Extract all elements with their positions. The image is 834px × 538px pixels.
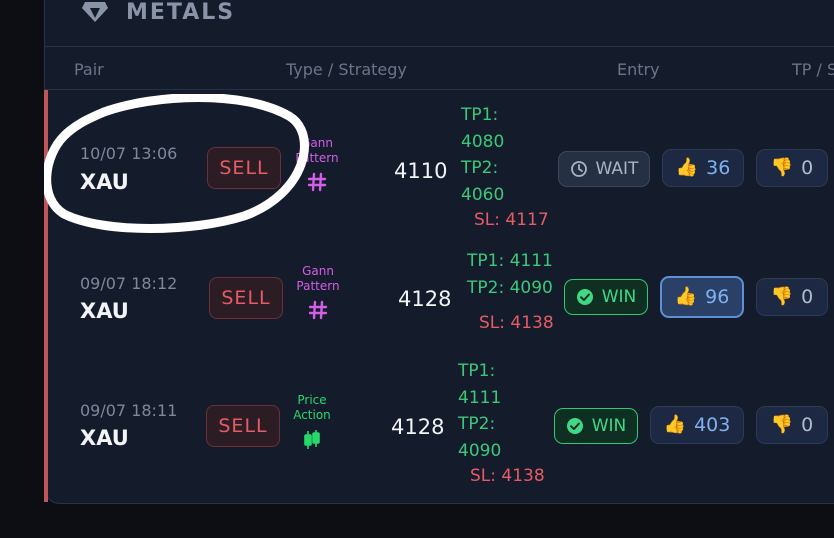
stop-loss: SL: 4138	[479, 313, 554, 333]
column-header-entry[interactable]: Entry	[617, 60, 660, 79]
check-circle-icon	[566, 418, 583, 434]
tp1-value: TP1: 4111	[467, 251, 553, 271]
upvote-count: 403	[694, 414, 731, 436]
table-row[interactable]: 10/07 13:06 XAU SELL Gann Pattern 4110 T…	[44, 90, 834, 230]
signal-table: 10/07 13:06 XAU SELL Gann Pattern 4110 T…	[44, 90, 834, 504]
candlestick-icon	[304, 430, 320, 449]
tp2-label: TP2:	[461, 158, 499, 178]
take-profit-list: TP1: 4111 TP2: 4090	[467, 248, 553, 301]
stop-loss: SL: 4138	[470, 466, 545, 486]
pair-label: XAU	[80, 299, 129, 323]
thumbs-down-button[interactable]: 👎 0	[756, 278, 828, 316]
tp2-value: TP2: 4090	[467, 277, 553, 298]
take-profit-list: TP1: 4111 TP2: 4090	[458, 358, 501, 464]
strategy-name: Price Action	[293, 393, 331, 422]
status-badge: WAIT	[558, 151, 650, 187]
strategy-label: Price Action	[288, 393, 336, 451]
entry-price: 4128	[391, 415, 445, 439]
signal-date: 09/07 18:12	[80, 274, 178, 293]
entry-price: 4128	[398, 287, 452, 311]
thumbs-up-icon: 👍	[663, 414, 687, 435]
table-row[interactable]: 09/07 18:11 XAU SELL Price Action 4128 T…	[44, 346, 834, 504]
section-header: METALS	[82, 0, 236, 25]
strategy-label: Gann Pattern	[288, 136, 346, 192]
status-badge: WIN	[554, 408, 638, 444]
sell-badge: SELL	[207, 147, 281, 189]
sell-badge: SELL	[206, 405, 280, 447]
column-header-type-strategy[interactable]: Type / Strategy	[286, 60, 407, 79]
pair-label: XAU	[80, 170, 129, 194]
gem-icon	[82, 2, 108, 22]
tp1-value: 4080	[461, 131, 505, 152]
status-label: WIN	[591, 416, 627, 436]
thumbs-down-button[interactable]: 👎 0	[756, 406, 828, 444]
strategy-label: Gann Pattern	[289, 264, 347, 320]
hash-icon	[308, 300, 328, 320]
tp1-value: 4111	[458, 387, 502, 408]
strategy-name: Gann Pattern	[296, 264, 340, 293]
clock-icon	[570, 161, 587, 177]
tp2-label: TP2:	[458, 414, 496, 434]
column-header-pair[interactable]: Pair	[74, 60, 104, 79]
status-badge: WIN	[564, 279, 648, 315]
tp2-value: 4060	[461, 184, 505, 205]
thumbs-down-icon: 👎	[770, 286, 794, 307]
tp1-label: TP1:	[458, 361, 496, 381]
signal-date: 10/07 13:06	[80, 144, 178, 163]
status-label: WAIT	[595, 159, 639, 179]
take-profit-list: TP1: 4080 TP2: 4060	[461, 102, 504, 208]
hash-icon	[307, 172, 327, 192]
table-row[interactable]: 09/07 18:12 XAU SELL Gann Pattern 4128 T…	[44, 228, 834, 346]
downvote-count: 0	[801, 414, 814, 436]
status-label: WIN	[601, 287, 637, 307]
tp2-value: 4090	[458, 440, 502, 461]
upvote-count: 96	[705, 286, 730, 308]
thumbs-down-icon: 👎	[770, 414, 794, 435]
entry-price: 4110	[394, 159, 448, 183]
signal-date: 09/07 18:11	[80, 401, 178, 420]
downvote-count: 0	[801, 157, 814, 179]
sell-badge: SELL	[209, 277, 283, 319]
table-header: Pair Type / Strategy Entry TP / S	[44, 46, 834, 90]
pair-label: XAU	[80, 426, 129, 450]
stop-loss: SL: 4117	[474, 210, 549, 230]
thumbs-up-button[interactable]: 👍 96	[660, 276, 744, 318]
thumbs-down-button[interactable]: 👎 0	[756, 149, 828, 187]
downvote-count: 0	[801, 286, 814, 308]
column-header-tp-sl[interactable]: TP / S	[792, 60, 834, 79]
thumbs-up-button[interactable]: 👍 403	[650, 406, 744, 444]
thumbs-up-button[interactable]: 👍 36	[662, 149, 744, 187]
check-circle-icon	[576, 289, 593, 305]
section-title: METALS	[126, 0, 236, 25]
thumbs-up-icon: 👍	[674, 286, 698, 307]
upvote-count: 36	[706, 157, 731, 179]
strategy-name: Gann Pattern	[295, 136, 339, 165]
thumbs-up-icon: 👍	[675, 157, 699, 178]
tp1-label: TP1:	[461, 105, 499, 125]
thumbs-down-icon: 👎	[770, 157, 794, 178]
